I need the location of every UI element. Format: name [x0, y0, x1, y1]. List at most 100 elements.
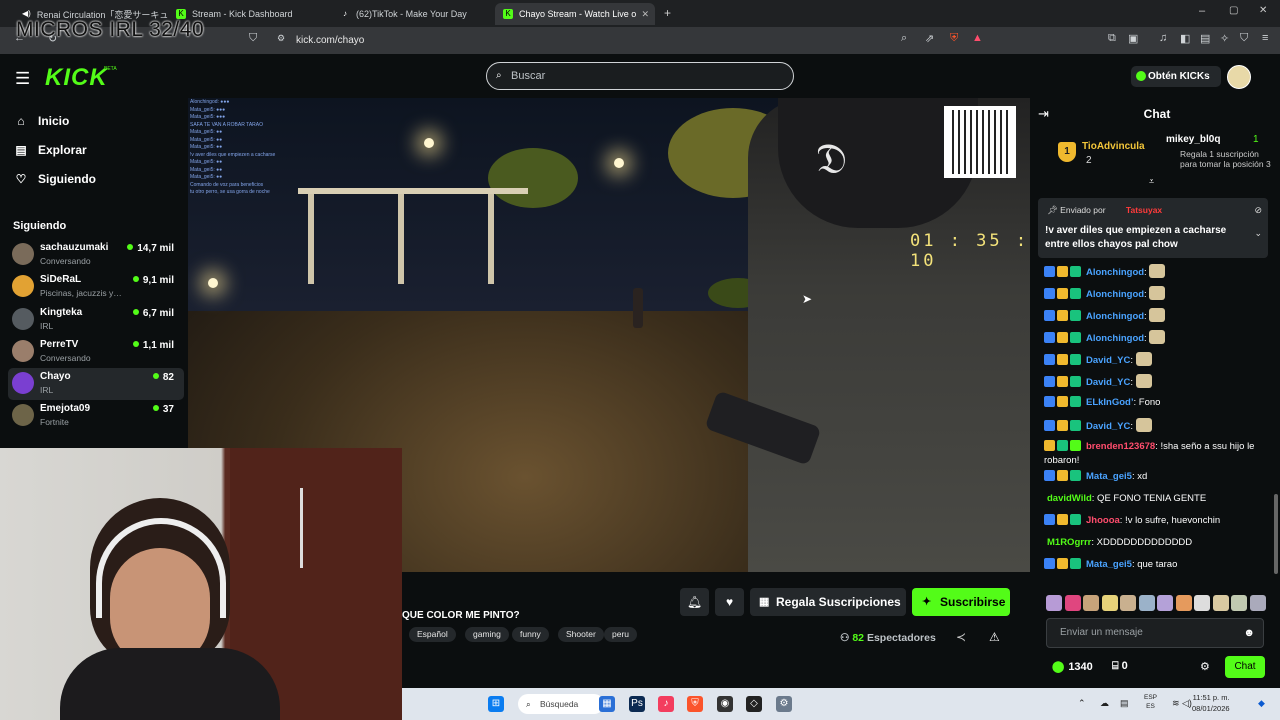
wifi-icon[interactable]: ≋ — [1172, 698, 1180, 709]
chat-send-button[interactable]: Chat — [1225, 656, 1265, 678]
hide-pinned-icon[interactable]: ⊘ — [1254, 205, 1262, 216]
screenshot-icon[interactable]: ▣ — [1128, 32, 1138, 45]
vpn-icon[interactable]: ⛉ — [1240, 32, 1248, 45]
kick-logo[interactable]: KICK — [45, 64, 108, 92]
emote-icon[interactable] — [1212, 595, 1229, 611]
chat-username[interactable]: David_YC — [1086, 421, 1130, 432]
stream-tag[interactable]: peru — [604, 627, 638, 642]
emote-icon[interactable] — [1101, 595, 1118, 611]
subscribe-button[interactable]: ✦ Suscribirse — [912, 588, 1010, 616]
maximize-button[interactable]: ▢ — [1229, 5, 1238, 16]
site-settings-icon[interactable]: ⚙ — [277, 33, 285, 44]
chat-username[interactable]: Alonchingod — [1086, 333, 1144, 344]
chat-username[interactable]: David_YC — [1086, 377, 1130, 388]
chat-username[interactable]: M1ROgrrr — [1047, 537, 1091, 548]
browser-tab[interactable]: ♪ (62)TikTok - Make Your Day — [332, 3, 492, 25]
url-field[interactable]: kick.com/chayo — [269, 31, 989, 50]
close-window-button[interactable]: ✕ — [1259, 5, 1267, 16]
volume-icon[interactable]: ◁) — [1182, 698, 1192, 709]
sidebar-item-siguiendo[interactable]: ♡ Siguiendo — [14, 172, 96, 186]
music-app-icon[interactable]: ♪ — [658, 696, 674, 712]
wallet-icon[interactable]: ▤ — [1200, 32, 1210, 45]
taskbar-search[interactable]: ⌕ Búsqueda — [518, 694, 604, 714]
brave-browser-icon[interactable]: ⛨ — [687, 696, 703, 712]
media-icon[interactable]: ♫ — [1159, 32, 1167, 44]
tray-expand-icon[interactable]: ⌃ — [1078, 698, 1086, 709]
stream-tag[interactable]: gaming — [465, 627, 509, 642]
brave-rewards-icon[interactable]: ▲ — [972, 32, 983, 44]
share-icon[interactable]: ≺ — [956, 630, 966, 644]
keys-count[interactable]: ⌸ 0 — [1112, 660, 1128, 673]
extensions-icon[interactable]: ⧉ — [1108, 32, 1116, 45]
search-input[interactable]: ⌕ Buscar — [486, 62, 794, 90]
following-item[interactable]: sachauzumaki Conversando 14,7 mil — [8, 239, 184, 271]
emote-icon[interactable] — [1194, 595, 1210, 611]
chat-username[interactable]: Alonchingod — [1086, 311, 1144, 322]
onedrive-icon[interactable]: ☁ — [1100, 698, 1109, 709]
following-item[interactable]: Kingteka IRL 6,7 mil — [8, 304, 184, 336]
sidebar-item-explorar[interactable]: ▤ Explorar — [14, 143, 86, 157]
new-tab-button[interactable]: + — [664, 6, 671, 20]
leaderboard-user[interactable]: mikey_bl0q — [1166, 134, 1220, 145]
following-item[interactable]: Chayo IRL 82 — [8, 368, 184, 400]
language-indicator[interactable]: ESP ES — [1144, 693, 1157, 711]
chat-username[interactable]: Alonchingod — [1086, 267, 1144, 278]
sidebar-item-inicio[interactable]: ⌂ Inicio — [14, 114, 69, 128]
brave-shield-icon[interactable]: ⛨ — [950, 32, 958, 45]
emote-icon[interactable] — [1064, 595, 1081, 611]
pinned-by-user[interactable]: Tatsuyax — [1126, 205, 1162, 215]
chat-message-input[interactable]: Enviar un mensaje ☻ — [1046, 618, 1264, 648]
chat-username[interactable]: ELkInGod’ — [1086, 397, 1134, 408]
chat-scrollbar[interactable] — [1274, 494, 1278, 574]
emote-icon[interactable] — [1157, 595, 1173, 611]
following-item[interactable]: SiDeRaL Piscinas, jacuzzis y… 9,1 mil — [8, 271, 184, 303]
capcut-icon[interactable]: ◇ — [746, 696, 762, 712]
zoom-icon[interactable]: ⌕ — [901, 32, 907, 45]
emote-icon[interactable] — [1083, 595, 1099, 611]
chat-username[interactable]: davidWild — [1047, 493, 1092, 504]
tray-app-icon[interactable]: ▤ — [1120, 698, 1129, 709]
photoshop-icon[interactable]: Ps — [629, 696, 645, 712]
notifications-button[interactable]: 🔔︎ — [680, 588, 709, 616]
minimize-button[interactable]: – — [1199, 5, 1205, 17]
emote-icon[interactable] — [1249, 595, 1266, 611]
chat-username[interactable]: Mata_gei5 — [1086, 471, 1132, 482]
stream-tag[interactable]: funny — [512, 627, 549, 642]
windows-start-icon[interactable]: ⊞ — [488, 696, 504, 712]
user-avatar[interactable] — [1227, 65, 1251, 89]
following-item[interactable]: Emejota09 Fortnite 37 — [8, 400, 184, 432]
emote-icon[interactable] — [1046, 595, 1062, 611]
stream-tag[interactable]: Español — [409, 627, 456, 642]
chat-username[interactable]: Mata_gei5 — [1086, 559, 1132, 570]
emoji-icon[interactable]: ☻ — [1243, 619, 1255, 647]
task-view-icon[interactable]: ▦ — [599, 696, 615, 712]
chat-username[interactable]: Jhoooa — [1086, 515, 1120, 526]
chat-username[interactable]: Alonchingod — [1086, 289, 1144, 300]
close-tab-icon[interactable]: ✕ — [641, 9, 649, 20]
obs-icon[interactable]: ◉ — [717, 696, 733, 712]
gear-icon[interactable]: ⚙ — [1200, 660, 1210, 673]
emote-icon[interactable] — [1175, 595, 1192, 611]
leo-ai-icon[interactable]: ✧ — [1220, 32, 1229, 45]
channel-points[interactable]: ⬤ 1340 — [1052, 660, 1093, 673]
follow-button[interactable]: ♥ — [715, 588, 744, 616]
bookmark-icon[interactable]: ⛉ — [249, 32, 257, 45]
expand-leaderboard-icon[interactable]: ⩡ — [1149, 176, 1154, 187]
stream-tag[interactable]: Shooter — [558, 627, 604, 642]
report-icon[interactable]: ⚠ — [989, 630, 1000, 644]
emote-icon[interactable] — [1138, 595, 1155, 611]
system-clock[interactable]: 11:51 p. m. 08/01/2026 — [1192, 692, 1230, 714]
share-icon[interactable]: ⇗ — [925, 32, 934, 45]
chat-username[interactable]: David_YC — [1086, 355, 1130, 366]
menu-icon[interactable]: ≡ — [1262, 32, 1268, 44]
sidebar-icon[interactable]: ◧ — [1180, 32, 1190, 45]
browser-tab-active[interactable]: K Chayo Stream - Watch Live o ✕ — [495, 3, 655, 25]
get-kicks-button[interactable]: Obtén KICKs — [1131, 66, 1221, 87]
chevron-down-icon[interactable]: ⌄ — [1254, 228, 1262, 239]
emote-icon[interactable] — [1231, 595, 1247, 611]
chat-username[interactable]: brenden123678 — [1086, 441, 1155, 452]
hamburger-menu-icon[interactable]: ☰ — [15, 69, 30, 89]
settings-app-icon[interactable]: ⚙ — [776, 696, 792, 712]
gift-subscriptions-button[interactable]: ▦ Regala Suscripciones — [750, 588, 906, 616]
emote-icon[interactable] — [1120, 595, 1136, 611]
